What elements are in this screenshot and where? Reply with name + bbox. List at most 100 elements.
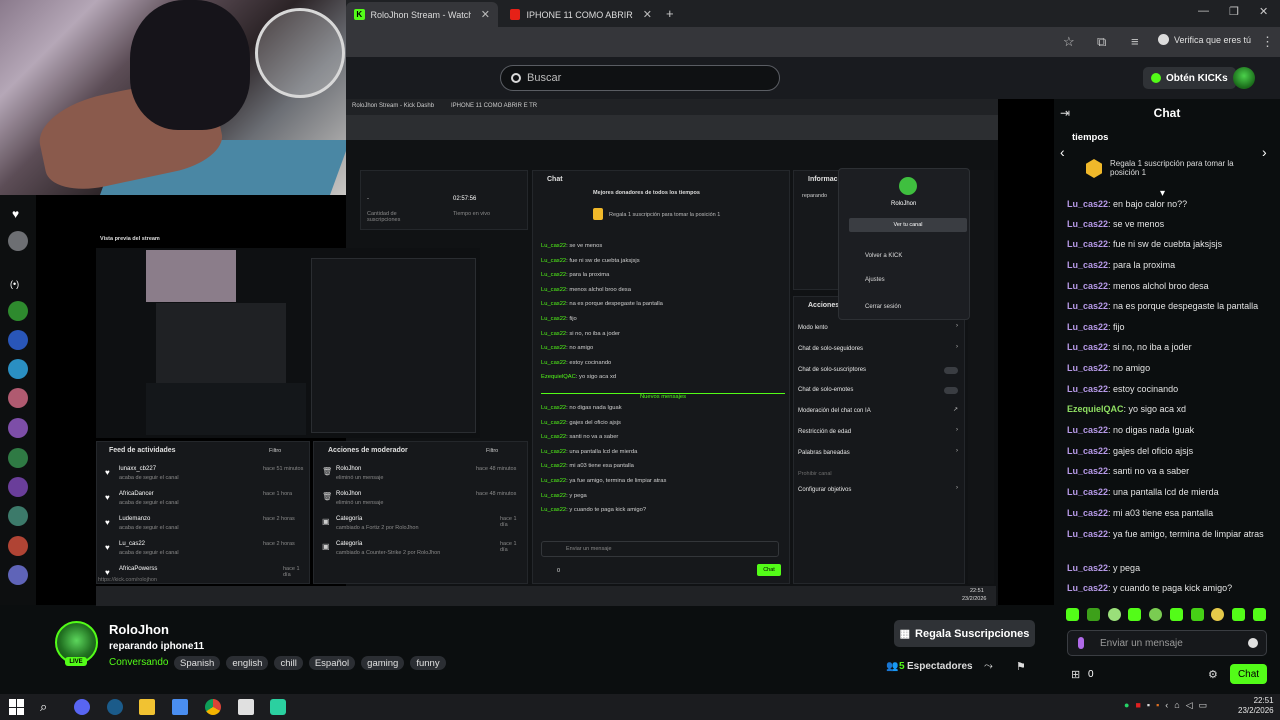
action-row[interactable]: Modo lento ›	[798, 323, 962, 344]
chat-message: Lu_cas22: santi no va a saber	[1067, 466, 1190, 476]
network-icon[interactable]: ⌂	[1174, 700, 1179, 711]
chat-message: Lu_cas22: gajes del oficio ajsjs	[1067, 446, 1194, 456]
user-avatar[interactable]	[1233, 67, 1255, 89]
report-user-icon[interactable]: ⚑	[1016, 660, 1026, 673]
minimize-window-icon[interactable]: —	[1198, 5, 1209, 17]
browser-tab-youtube[interactable]: IPHONE 11 COMO ABRIR E TRO ✕	[502, 2, 660, 27]
search-input[interactable]: Buscar	[500, 65, 780, 91]
tab-label: RoloJhon Stream - Watch L	[370, 9, 471, 20]
tag[interactable]: funny	[410, 656, 446, 670]
category-icon: ▣	[322, 517, 330, 526]
emote-icon[interactable]	[1190, 608, 1204, 621]
taskbar-clock[interactable]: 22:51 23/2/2026	[1238, 696, 1274, 716]
microphone-icon[interactable]	[1078, 637, 1084, 649]
action-row[interactable]: Chat de solo-seguidores ›	[798, 344, 962, 365]
close-tab-icon[interactable]: ✕	[481, 8, 490, 21]
emote-icon[interactable]	[1107, 608, 1121, 621]
emote-icon[interactable]	[1169, 608, 1183, 621]
emote-icon[interactable]	[1149, 608, 1163, 621]
emote-icon[interactable]	[1252, 608, 1266, 621]
action-row[interactable]: Moderación del chat con IA ↗	[798, 406, 962, 427]
chrome-icon[interactable]	[205, 699, 221, 715]
action-row[interactable]: Configurar objetivos ›	[798, 485, 962, 506]
volume-icon[interactable]: ◁	[1186, 700, 1193, 711]
action-row[interactable]: Palabras baneadas ›	[798, 448, 962, 469]
file-explorer-icon[interactable]	[139, 699, 155, 715]
action-row[interactable]: Chat de solo-emotes	[798, 385, 962, 406]
chat-message: Lu_cas22: una pantalla lcd de mierda	[541, 448, 638, 455]
action-row[interactable]: Prohibir canal	[798, 469, 962, 485]
share-icon[interactable]: ⤳	[984, 660, 993, 673]
rail-channel-avatar[interactable]	[8, 301, 28, 321]
live-time-value: 02:57:56	[453, 196, 477, 202]
tag[interactable]: Español	[308, 656, 356, 670]
gift-subscriptions-button[interactable]: ▦ Regala Suscripciones	[894, 620, 1035, 647]
chevron-right-icon[interactable]: ›	[1262, 144, 1267, 160]
rail-channel-avatar[interactable]	[8, 536, 28, 556]
discord-icon[interactable]	[74, 699, 90, 715]
stream-category-link[interactable]: Conversando	[109, 657, 168, 668]
app-icon[interactable]	[238, 699, 254, 715]
get-kicks-button[interactable]: Obtén KICKs	[1143, 67, 1236, 89]
chat-title: Chat	[1153, 106, 1181, 120]
taskbar-search-icon[interactable]: ⌕	[40, 699, 56, 715]
steam-icon[interactable]	[107, 699, 123, 715]
rail-channel-avatar[interactable]	[8, 231, 28, 251]
emoji-icon[interactable]	[1248, 638, 1258, 648]
browser-menu-icon[interactable]: ⋮	[1261, 34, 1274, 50]
view-channel-button[interactable]: Ver tu canal	[849, 218, 967, 232]
rail-channel-avatar[interactable]	[8, 477, 28, 497]
tray-overflow-icon[interactable]: ‹	[1165, 700, 1168, 711]
tag[interactable]: chill	[274, 656, 303, 670]
emote-icon[interactable]	[1128, 608, 1142, 621]
channel-name[interactable]: RoloJhon	[109, 622, 169, 637]
kicks-gift-icon[interactable]: ⊞	[1071, 668, 1080, 681]
action-row[interactable]: Chat de solo-suscriptores	[798, 365, 962, 386]
restore-window-icon[interactable]: ❐	[1229, 5, 1239, 18]
send-chat-button[interactable]: Chat	[1230, 664, 1267, 684]
rail-channel-avatar[interactable]	[8, 359, 28, 379]
dashboard-chat-input[interactable]: Enviar un mensaje	[541, 541, 779, 557]
media-controls-icon[interactable]: ≡	[1131, 34, 1139, 49]
settings-item[interactable]: Ajustes	[865, 277, 885, 283]
following-heart-icon[interactable]: ♥	[12, 207, 19, 221]
close-window-icon[interactable]: ✕	[1259, 5, 1268, 18]
tray-app-icon[interactable]: ▪	[1156, 700, 1159, 711]
rail-channel-avatar[interactable]	[8, 388, 28, 408]
chat-settings-gear-icon[interactable]: ⚙	[1208, 668, 1218, 681]
rail-channel-avatar[interactable]	[8, 418, 28, 438]
new-tab-icon[interactable]: +	[666, 6, 674, 21]
action-row[interactable]: Restricción de edad ›	[798, 427, 962, 448]
app-icon[interactable]	[172, 699, 188, 715]
activity-filter-button[interactable]: Filtro	[269, 448, 281, 454]
tray-app-icon[interactable]: ▪	[1147, 700, 1150, 711]
mod-filter-button[interactable]: Filtro	[486, 448, 498, 454]
chevron-left-icon[interactable]: ‹	[1060, 144, 1065, 160]
dashboard-chat-send[interactable]: Chat	[757, 564, 781, 576]
tag[interactable]: english	[226, 656, 269, 670]
activity-user: AfricaDancer	[119, 491, 154, 497]
tray-app-icon[interactable]: ■	[1135, 700, 1140, 711]
windows-start-icon[interactable]	[9, 699, 25, 715]
rail-channel-avatar[interactable]	[8, 330, 28, 350]
tag[interactable]: gaming	[361, 656, 405, 670]
rail-channel-avatar[interactable]	[8, 506, 28, 526]
whatsapp-icon[interactable]: ●	[1124, 700, 1129, 711]
chat-message-input[interactable]: Enviar un mensaje	[1067, 630, 1267, 656]
rail-channel-avatar[interactable]	[8, 448, 28, 468]
emote-icon[interactable]	[1232, 608, 1246, 621]
battery-icon[interactable]: ▭	[1199, 700, 1208, 711]
emote-icon[interactable]	[1211, 608, 1225, 621]
close-tab-icon[interactable]: ✕	[643, 8, 652, 21]
emote-icon[interactable]	[1066, 608, 1079, 621]
profile-verify-chip[interactable]: Verifica que eres tú	[1158, 34, 1251, 45]
browser-tab-kick[interactable]: K RoloJhon Stream - Watch L ✕	[346, 2, 498, 27]
bookmark-star-icon[interactable]: ☆	[1063, 34, 1075, 50]
extensions-icon[interactable]: ⧉	[1097, 34, 1106, 50]
emote-icon[interactable]	[1086, 608, 1100, 621]
back-to-kick-item[interactable]: Volver a KICK	[865, 253, 902, 259]
rail-channel-avatar[interactable]	[8, 565, 28, 585]
tag[interactable]: Spanish	[174, 656, 221, 670]
logout-item[interactable]: Cerrar sesión	[865, 304, 901, 310]
kick-studio-icon[interactable]	[270, 699, 286, 715]
